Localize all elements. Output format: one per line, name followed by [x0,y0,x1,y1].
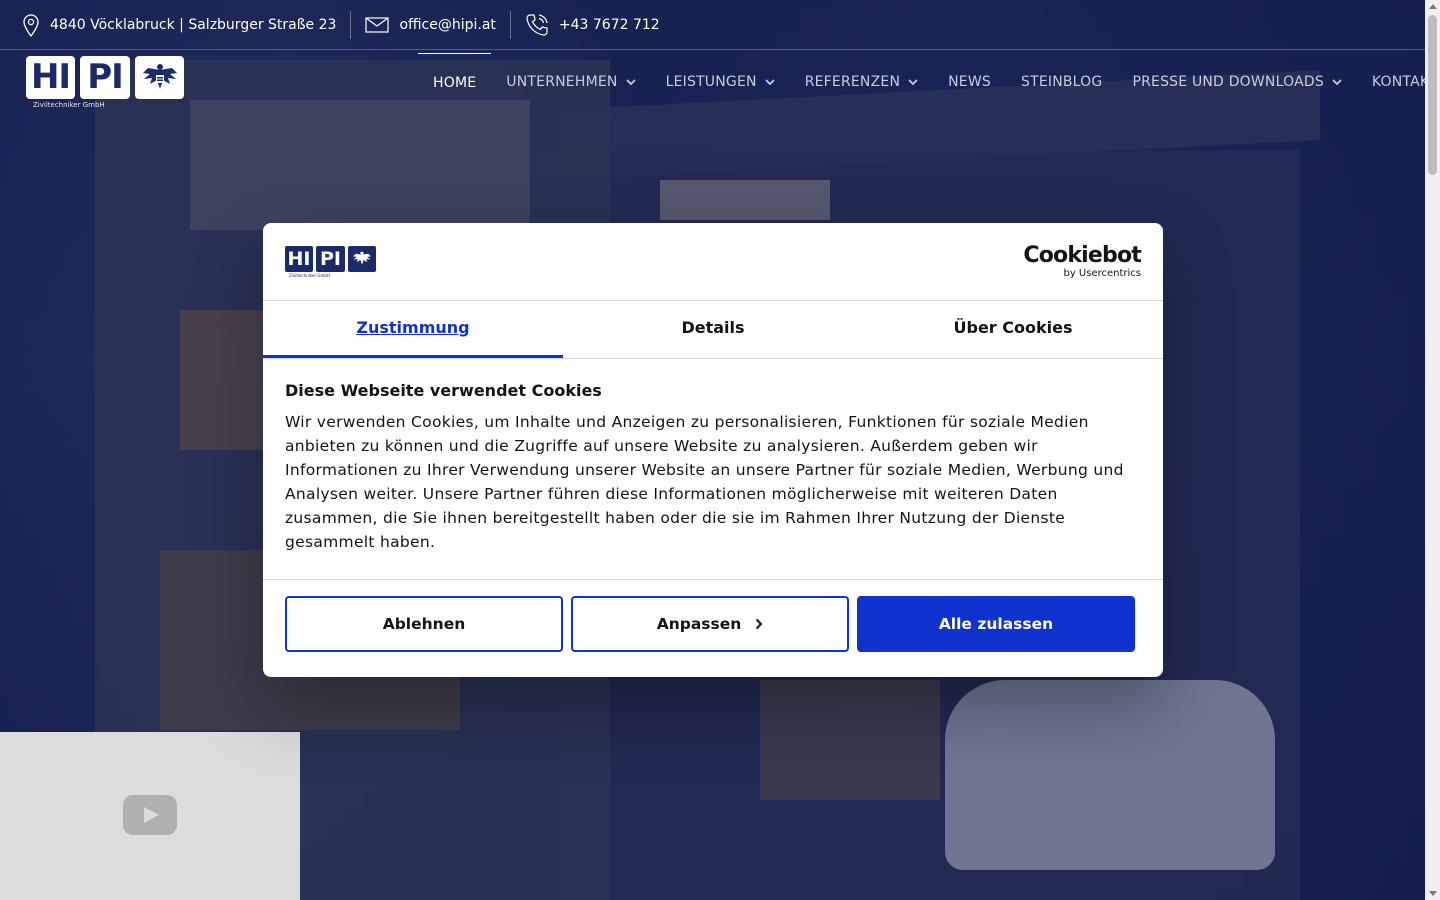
cookiebot-sub: by Usercentrics [1063,268,1141,279]
tab-ueber-cookies[interactable]: Über Cookies [863,301,1163,358]
mail-icon [365,16,390,33]
nav-item-unternehmen[interactable]: UNTERNEHMEN [506,53,636,111]
nav-label: HOME [433,74,477,91]
dialog-body: Diese Webseite verwendet Cookies Wir ver… [263,359,1163,580]
button-label: Anpassen [656,615,742,633]
nav-item-news[interactable]: NEWS [948,53,991,111]
button-label: Ablehnen [382,615,466,633]
youtube-play-icon[interactable] [123,795,177,835]
nav-label: PRESSE UND DOWNLOADS [1132,74,1324,90]
dialog-header: HI PI Ziviltechniker GmbH Cookiebot by U… [263,223,1163,301]
tab-zustimmung[interactable]: Zustimmung [263,301,563,358]
chevron-down-icon [625,78,636,85]
logo-hi: HI [285,246,313,272]
main-nav: HOME UNTERNEHMEN LEISTUNGEN REFERENZEN N… [418,52,1437,112]
cookiebot-logo[interactable]: Cookiebot by Usercentrics [1023,244,1141,280]
dialog-heading: Diese Webseite verwendet Cookies [285,381,602,400]
address-text: 4840 Vöcklabruck | Salzburger Straße 23 [50,16,337,33]
dialog-actions: Ablehnen Anpassen Alle zulassen [263,580,1163,668]
page-scrollbar[interactable] [1425,0,1440,900]
chevron-down-icon [908,78,918,85]
dialog-tabs: Zustimmung Details Über Cookies [263,301,1163,359]
logo-pi: PI [80,56,130,99]
nav-item-presse-downloads[interactable]: PRESSE UND DOWNLOADS [1132,53,1342,111]
nav-label: UNTERNEHMEN [506,74,618,90]
map-pin-icon [23,13,39,37]
scroll-up-arrow[interactable] [1429,4,1437,9]
decline-button[interactable]: Ablehnen [285,596,563,652]
chevron-down-icon [1332,78,1342,85]
logo-hi: HI [26,56,75,99]
email-link[interactable]: office@hipi.at [399,17,495,33]
scroll-down-arrow[interactable] [1429,891,1437,896]
phone-item[interactable]: +43 7672 712 [509,10,674,39]
nav-label: STEINBLOG [1020,74,1103,90]
nav-label: REFERENZEN [804,74,901,90]
email-item[interactable]: office@hipi.at [350,10,509,39]
eagle-icon [348,246,376,272]
nav-label: NEWS [948,74,991,90]
logo-pi: PI [316,246,345,272]
nav-label: LEISTUNGEN [665,74,757,90]
nav-item-steinblog[interactable]: STEINBLOG [1021,53,1102,111]
address-item: 4840 Vöcklabruck | Salzburger Straße 23 [0,0,350,49]
nav-item-home[interactable]: HOME [418,52,492,112]
contact-bar: 4840 Vöcklabruck | Salzburger Straße 23 … [0,0,1425,50]
button-label: Alle zulassen [938,615,1054,633]
logo-subtitle: Ziviltechniker GmbH [289,273,330,278]
cookie-consent-dialog: HI PI Ziviltechniker GmbH Cookiebot by U… [263,223,1163,677]
dialog-text: Wir verwenden Cookies, um Inhalte und An… [285,413,1124,551]
chevron-down-icon [765,78,775,85]
dialog-logo: HI PI Ziviltechniker GmbH [285,246,377,278]
logo-subtitle: Ziviltechniker GmbH [33,101,105,109]
scroll-thumb[interactable] [1428,15,1437,175]
accept-all-button[interactable]: Alle zulassen [857,596,1135,652]
tab-details[interactable]: Details [563,301,863,358]
phone-link[interactable]: +43 7672 712 [559,17,660,33]
cookiebot-brand: Cookiebot [1023,243,1141,268]
chevron-right-icon [756,618,763,630]
nav-item-leistungen[interactable]: LEISTUNGEN [666,53,775,111]
phone-icon [526,13,548,36]
video-placeholder[interactable] [0,732,300,900]
customize-button[interactable]: Anpassen [571,596,849,652]
nav-item-referenzen[interactable]: REFERENZEN [805,53,918,111]
site-logo[interactable]: HI PI Ziviltechniker GmbH [26,56,186,112]
eagle-icon [135,56,184,99]
